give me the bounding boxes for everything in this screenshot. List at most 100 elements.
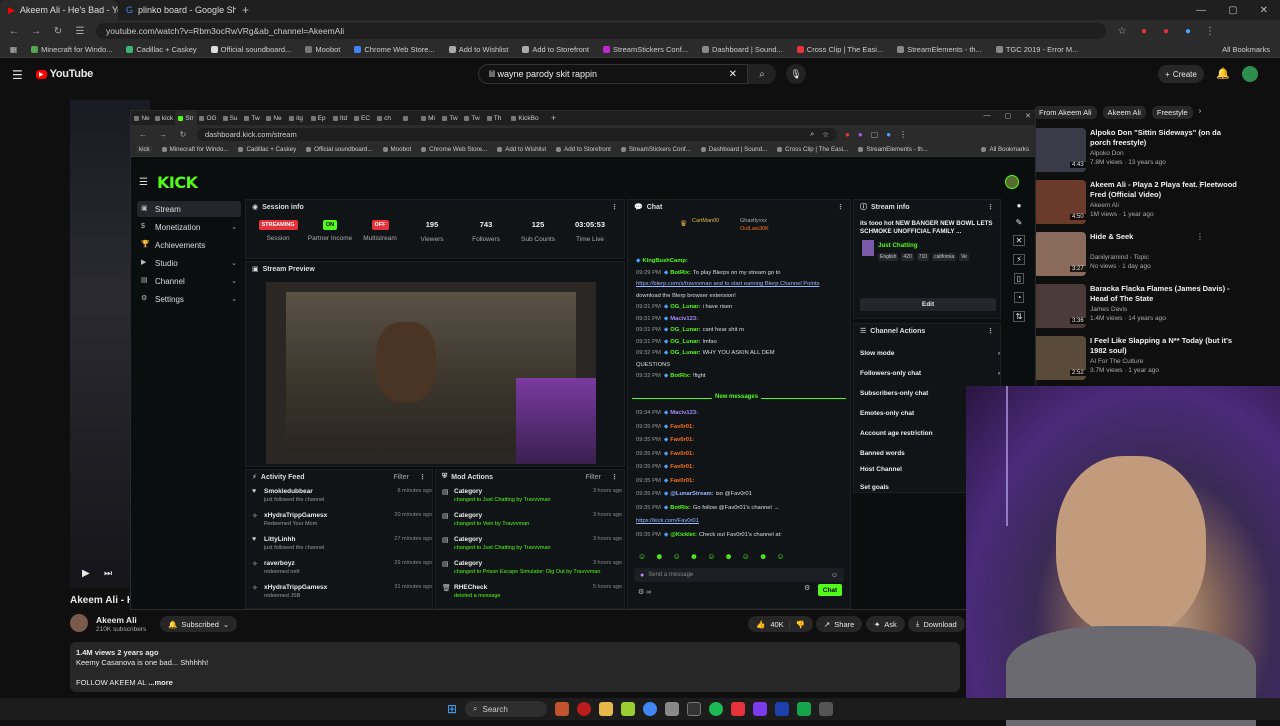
bookmark-item[interactable]: Moobot	[382, 146, 411, 153]
reload-icon[interactable]: ↻	[177, 130, 189, 139]
maximize-icon[interactable]: ▢	[1005, 112, 1012, 120]
hamburger-menu-icon[interactable]: ☰	[12, 68, 23, 82]
thumbs-down-icon[interactable]: 👎	[796, 620, 805, 629]
chat-message[interactable]: 09:34 PM ◆ Maciv123:	[636, 410, 846, 418]
chat-input[interactable]: ● Send a message ☺	[634, 568, 844, 582]
chat-message[interactable]: 09:31 PM ◆ OG_Lunar: i have risen	[636, 304, 846, 312]
chat-message[interactable]: 09:35 PM ◆ Fav0r01:	[636, 451, 846, 459]
emote-icon[interactable]: ☺	[673, 552, 681, 561]
chevron-right-icon[interactable]: ›	[1199, 106, 1202, 119]
folder-icon[interactable]	[599, 702, 614, 716]
profile-icon[interactable]: ●	[886, 130, 891, 139]
kick-browser-tab[interactable]: EC	[351, 111, 373, 125]
user-icon[interactable]: ●	[1017, 201, 1022, 210]
kick-logo[interactable]: KICK	[157, 173, 198, 192]
subscribed-button[interactable]: 🔔 Subscribed ⌄	[160, 616, 238, 632]
new-tab-button[interactable]: +	[242, 3, 249, 17]
app-icon[interactable]	[577, 702, 592, 716]
kick-favicon-icon[interactable]: kick	[137, 146, 152, 153]
kick-browser-tab[interactable]: Ne	[131, 111, 153, 125]
kick-browser-tab[interactable]: Ne	[263, 111, 285, 125]
bookmark-item[interactable]: Minecraft for Windo...	[161, 146, 228, 153]
chat-settings-icon[interactable]: ⚙ ∞	[638, 588, 651, 596]
top-user[interactable]: Ghastlyvxx	[740, 218, 767, 224]
mod-action-row[interactable]: ▤ Category changed to Vein by Travvvman 3 h…	[442, 512, 622, 536]
mod-action-row[interactable]: ▤ Category changed to Prison Escape Simula…	[442, 560, 622, 584]
edit-button[interactable]: Edit	[860, 298, 996, 311]
chat-username[interactable]: KingBushCamp:	[642, 258, 687, 264]
bookmark-item[interactable]: Add to Storefront	[556, 146, 611, 153]
kick-browser-tab[interactable]: Ep	[307, 111, 329, 125]
show-more-link[interactable]: ...more	[148, 678, 173, 687]
chat-username[interactable]: Fav0r01:	[670, 478, 694, 484]
search-button[interactable]: ⌕	[748, 64, 776, 84]
chat-username[interactable]: Fav0r01:	[670, 451, 694, 457]
chat-message[interactable]: 09:35 PM ◆ @LunarStream: iso @Fav0r01	[636, 491, 846, 499]
more-icon[interactable]: ⋮	[1196, 284, 1204, 293]
more-icon[interactable]: ⋮	[611, 473, 618, 481]
emote-icon[interactable]: ☺	[742, 552, 750, 561]
bookmark-item[interactable]: All Bookmarks	[981, 146, 1029, 153]
bookmark-item[interactable]: Cross Clip | The Easi...	[796, 45, 883, 54]
nav-item-studio[interactable]: ▶ Studio ⌄	[137, 255, 241, 271]
top-user[interactable]: CartMan00	[692, 218, 719, 224]
emote-icon[interactable]: ☻	[655, 552, 663, 561]
star-icon[interactable]: ☆	[822, 130, 829, 139]
chat-message[interactable]: ◆ KingBushCamp:	[636, 258, 846, 266]
chat-message[interactable]: 09:35 PM ◆ Fav0r01:	[636, 424, 846, 432]
chat-message[interactable]: 09:35 PM ◆ Fav0r01:	[636, 464, 846, 472]
channel-avatar[interactable]	[70, 614, 88, 632]
mic-icon[interactable]: ●	[640, 572, 644, 579]
more-icon[interactable]: ⋮	[611, 203, 618, 211]
star-icon[interactable]: ☆	[1116, 26, 1128, 37]
chip[interactable]: Freestyle	[1151, 106, 1193, 119]
like-button[interactable]: 👍 40K | 👎	[748, 616, 813, 632]
kick-address-bar[interactable]: dashboard.kick.com/stream ⌕ ☆	[197, 127, 837, 141]
ask-button[interactable]: ✦ Ask	[866, 616, 905, 632]
more-icon[interactable]: ⋮	[987, 327, 994, 335]
bookmark-item[interactable]: StreamElements - th...	[897, 45, 982, 54]
emoji-icon[interactable]: ☺	[831, 572, 838, 579]
app-icon[interactable]	[731, 702, 746, 716]
tab-google-shopping[interactable]: G plinko board - Google Shoppin ✕	[118, 0, 236, 20]
activity-row[interactable]: ✧ raverboyz redeemed nett 29 minutes ago	[252, 560, 432, 584]
kick-browser-tab[interactable]: Su	[219, 111, 241, 125]
chat-username[interactable]: OG_Lunar:	[670, 350, 700, 356]
bookmark-item[interactable]: Cadillac + Caskey	[126, 45, 197, 54]
chat-username[interactable]: Maciv123:	[670, 316, 698, 322]
maximize-icon[interactable]: ▢	[1228, 5, 1237, 16]
recommended-video[interactable]: 3:27 Hide & Seek Danilyramind - Topic No vi…	[1034, 232, 1280, 276]
bookmark-item[interactable]: Dashboard | Sound...	[700, 146, 767, 153]
more-icon[interactable]: ⋮	[987, 203, 994, 211]
activity-row[interactable]: ✧ xHydraTrippGamesx redeemed JSB 31 minutes…	[252, 584, 432, 608]
more-icon[interactable]: ⋮	[1196, 232, 1204, 241]
recommended-video[interactable]: 3:36 Baracka Flacka Flames (James Davis) …	[1034, 284, 1280, 328]
chat-username[interactable]: OG_Lunar:	[670, 327, 700, 333]
chat-message[interactable]: 09:31 PM ◆ OG_Lunar: lmfao	[636, 339, 846, 347]
kick-browser-tab[interactable]: Tw	[461, 111, 483, 125]
close-square-icon[interactable]: ✕	[1012, 235, 1026, 246]
bookmark-item[interactable]: Chrome Web Store...	[354, 45, 435, 54]
nav-item-achievements[interactable]: 🏆 Achievements	[137, 237, 241, 253]
bookmark-item[interactable]: Moobot	[305, 45, 340, 54]
kick-browser-tab[interactable]	[395, 111, 417, 125]
bookmark-item[interactable]: StreamElements - th...	[858, 146, 928, 153]
notifications-bell-icon[interactable]: 🔔	[1216, 67, 1230, 80]
address-bar[interactable]: youtube.com/watch?v=Rbm3ocRwVRg&ab_chann…	[96, 23, 1106, 39]
extension-icon[interactable]: ●	[845, 130, 850, 139]
more-icon[interactable]: ⋮	[419, 473, 426, 481]
app-icon[interactable]	[665, 702, 680, 716]
kick-browser-tab[interactable]: Tw	[439, 111, 461, 125]
chat-message[interactable]: https://kick.com/Fav0r01	[636, 518, 846, 526]
apps-icon[interactable]: ▦	[10, 45, 17, 54]
more-icon[interactable]: ⋮	[1196, 336, 1204, 345]
chat-message[interactable]: 09:31 PM ◆ OG_Lunar: cant hear shit rn	[636, 327, 846, 335]
pencil-icon[interactable]: ✎	[1016, 218, 1023, 227]
channel-name[interactable]: Akeem Ali	[96, 615, 137, 625]
site-info-icon[interactable]: ☰	[74, 26, 86, 37]
reload-icon[interactable]: ↻	[52, 26, 64, 37]
chrome-icon[interactable]	[643, 702, 658, 716]
chat-username[interactable]: BotRix:	[670, 505, 691, 511]
bookmark-item[interactable]: Official soundboard...	[306, 146, 373, 153]
nav-item-monetization[interactable]: $ Monetization ⌄	[137, 219, 241, 235]
